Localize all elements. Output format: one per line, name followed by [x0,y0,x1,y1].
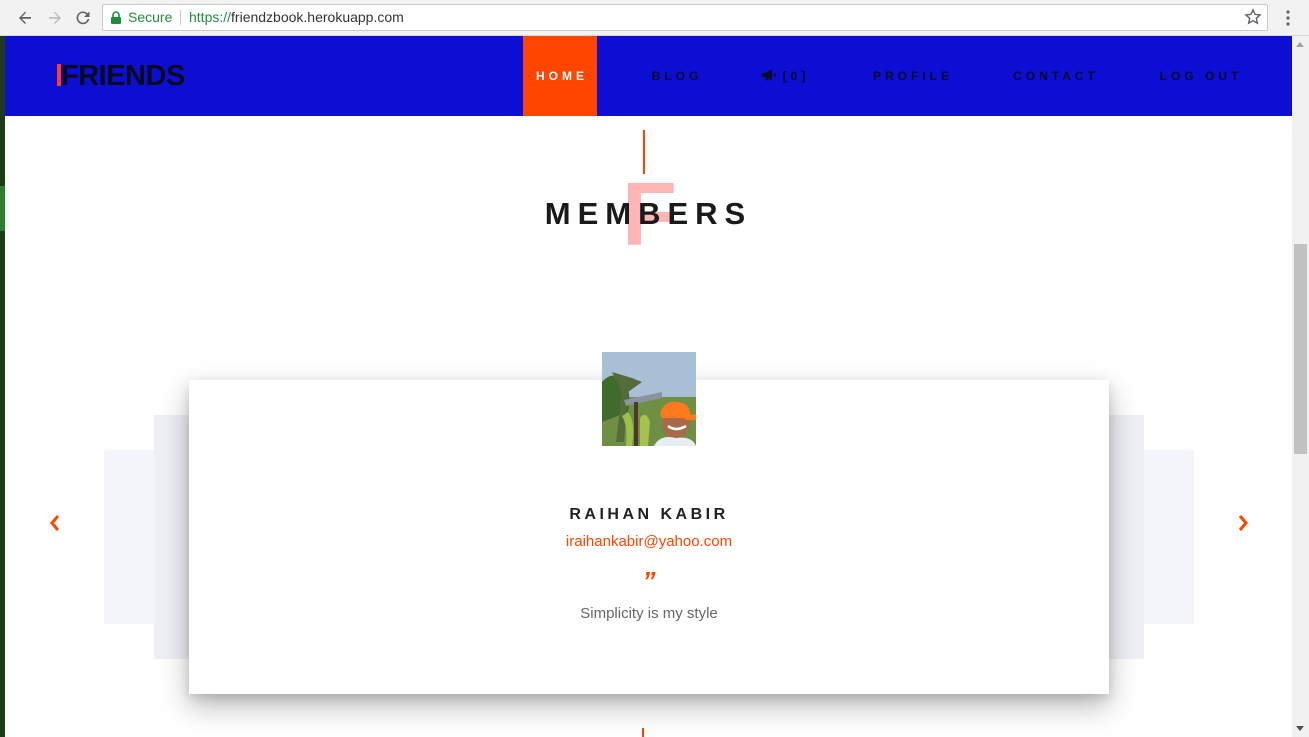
nav-home[interactable]: HOME [523,36,597,116]
megaphone-icon [761,69,776,81]
forward-arrow-icon [49,11,61,24]
omnibox-divider [180,10,181,25]
site-navbar: FRIENDS HOME BLOG [0] PROFILE CONTACT LO… [5,36,1292,116]
address-bar[interactable]: Secure https://friendzbook.herokuapp.com [102,4,1268,31]
browser-menu-button[interactable] [1278,5,1298,31]
kebab-menu-icon [1286,10,1290,26]
url-host: friendzbook.herokuapp.com [231,9,404,25]
secure-label: Secure [128,9,173,25]
nav-blog[interactable]: BLOG [627,36,727,116]
section-title: MEMBERS [544,196,753,231]
avatar-photo [602,352,696,446]
carousel-prev-button[interactable] [47,512,63,534]
scroll-up-arrow-icon[interactable] [1296,42,1304,47]
nav-notifications[interactable]: [0] [753,36,817,116]
window-left-edge [0,36,5,737]
scroll-down-arrow-icon[interactable] [1296,726,1304,731]
member-name: RAIHAN KABIR [569,506,729,523]
quote-mark: ” [642,566,656,596]
notification-count: [0] [782,69,810,83]
chevron-right-icon [1238,515,1248,531]
chevron-left-icon [50,515,60,531]
url-scheme: https:// [189,9,232,25]
member-quote: Simplicity is my style [580,605,718,622]
member-avatar [602,352,696,446]
reload-icon [76,11,90,25]
section-bottom-line [642,728,644,737]
member-email[interactable]: iraihankabir@yahoo.com [189,533,1109,550]
lock-icon [111,11,121,24]
nav-logout[interactable]: LOG OUT [1151,36,1251,116]
nav-profile[interactable]: PROFILE [863,36,963,116]
back-arrow-icon [19,11,31,24]
reload-button[interactable] [70,5,96,31]
bookmark-star-icon[interactable] [1244,8,1262,26]
nav-contact[interactable]: CONTACT [1001,36,1111,116]
back-button[interactable] [12,5,38,31]
url-text: https://friendzbook.herokuapp.com [189,5,404,30]
logo-text: FRIENDS [61,60,185,92]
page-scrollbar[interactable] [1292,36,1309,737]
forward-button[interactable] [42,5,68,31]
carousel-next-button[interactable] [1235,512,1251,534]
browser-toolbar: Secure https://friendzbook.herokuapp.com [0,0,1309,36]
scroll-thumb[interactable] [1294,244,1307,454]
